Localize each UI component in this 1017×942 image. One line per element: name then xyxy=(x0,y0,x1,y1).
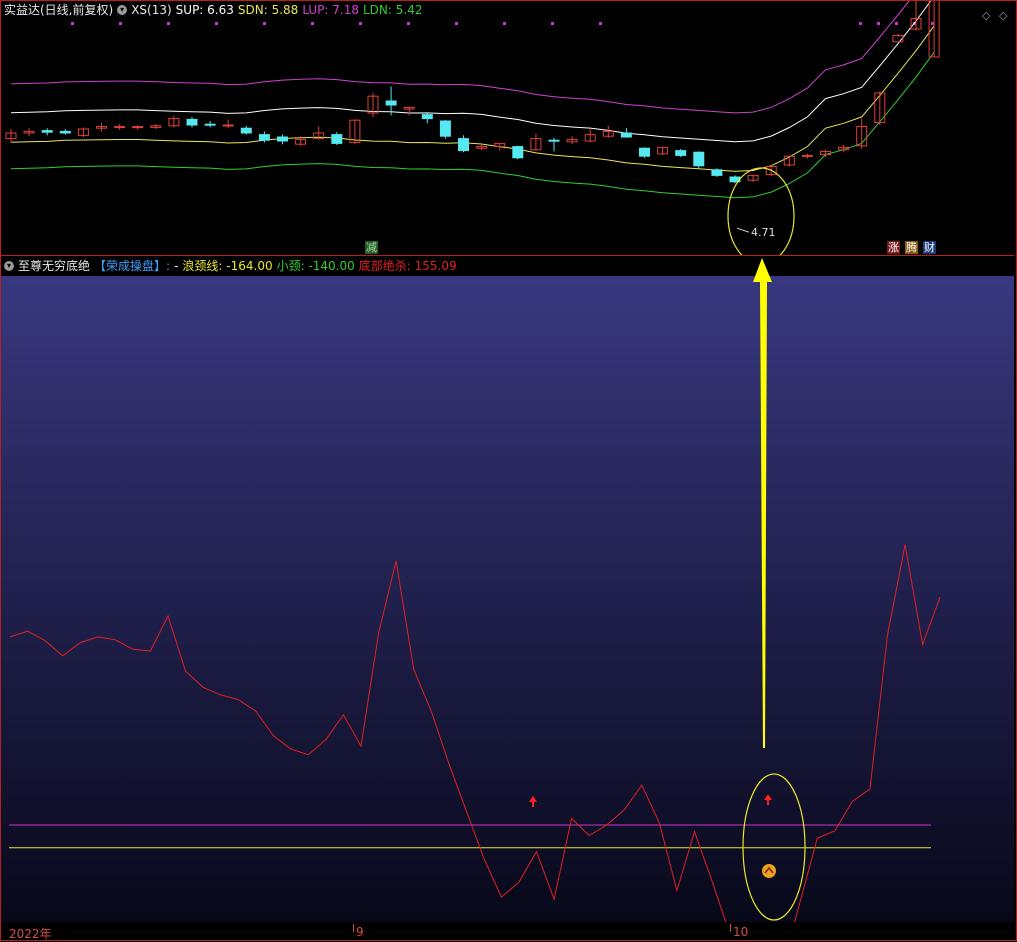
candle-body xyxy=(693,151,705,167)
signal-dot xyxy=(551,22,554,25)
candle-body xyxy=(439,120,451,137)
candle-body xyxy=(458,138,469,152)
low-highlight-circle xyxy=(727,167,795,265)
stock-title: 实益达(日线,前复权) xyxy=(4,3,114,17)
candle-body xyxy=(132,126,144,129)
signal-dot xyxy=(119,22,122,25)
low-marker-pointer xyxy=(736,227,750,233)
signal-dot xyxy=(859,22,862,25)
signal-dot xyxy=(167,22,170,25)
price-pane[interactable]: 8.544.71 实益达(日线,前复权) ▾ XS(13) SUP: 6.63 … xyxy=(1,0,1014,265)
candle-body xyxy=(186,118,198,126)
candle-body xyxy=(548,139,560,142)
signal-dot xyxy=(503,22,506,25)
lup-band-line xyxy=(10,0,911,114)
signal-dot xyxy=(877,22,880,25)
axis-tick-10 xyxy=(730,924,731,932)
signal-dot xyxy=(215,22,218,25)
badge-jian[interactable]: 减 xyxy=(365,241,378,254)
candle-body xyxy=(222,124,234,127)
low-price-label: 4.71 xyxy=(751,226,776,239)
signal-dot xyxy=(407,22,410,25)
axis-month-10: 10 xyxy=(733,925,749,939)
axis-tick-9 xyxy=(353,924,354,932)
price-pane-header: 实益达(日线,前复权) ▾ XS(13) SUP: 6.63 SDN: 5.88… xyxy=(4,3,426,17)
indicator-name[interactable]: XS(13) xyxy=(131,3,171,17)
signal-dot xyxy=(895,22,898,25)
signal-dot xyxy=(263,22,266,25)
candle-body xyxy=(512,146,524,159)
sup-value: SUP: 6.63 xyxy=(175,3,234,17)
bottom-kill-value: 底部绝杀: 155.09 xyxy=(358,259,457,273)
ldn-band-line xyxy=(10,51,935,199)
diamond-outline-icon[interactable]: ◇ xyxy=(999,9,1007,22)
sup-band-line xyxy=(10,0,932,143)
candle-body xyxy=(711,169,723,176)
sdn-band-line xyxy=(10,25,935,172)
badge-zhang[interactable]: 涨 xyxy=(887,241,900,254)
ldn-value: LDN: 5.42 xyxy=(363,3,423,17)
price-chart[interactable]: 8.544.71 xyxy=(1,0,1014,265)
neckline-value: 浪颈线: -164.00 xyxy=(182,259,273,273)
pane-divider[interactable] xyxy=(1,255,1014,256)
indicator-tag: 【荣成操盘】: xyxy=(94,259,171,273)
badge-teng[interactable]: 腾 xyxy=(905,241,918,254)
signal-dot xyxy=(71,22,74,25)
indicator-pane[interactable]: ▾ 至尊无穷底绝 【荣成操盘】: - 浪颈线: -164.00 小颈: -140… xyxy=(1,257,1014,942)
candle-body xyxy=(639,147,650,157)
badge-cai[interactable]: 财 xyxy=(923,241,936,254)
candle-body xyxy=(41,130,53,133)
candle-body xyxy=(801,154,813,157)
candle-body xyxy=(331,134,343,144)
signal-dot xyxy=(599,22,602,25)
axis-month-9: 9 xyxy=(356,925,364,939)
buy-signal-icon xyxy=(762,864,776,878)
sdn-value: SDN: 5.88 xyxy=(237,3,299,17)
candle-body xyxy=(277,136,288,142)
indicator-chart[interactable] xyxy=(1,257,1014,942)
signal-dot xyxy=(931,22,934,25)
axis-year-label: 2022年 xyxy=(9,927,52,941)
candle-body xyxy=(240,127,252,134)
indicator-title: 至尊无穷底绝 xyxy=(18,259,91,273)
signal-dot xyxy=(455,22,458,25)
candle-body xyxy=(620,132,632,138)
date-axis: 2022年 9 10 xyxy=(1,924,1014,941)
candle-body xyxy=(114,126,126,129)
indicator-settings-gear-icon[interactable]: ▾ xyxy=(4,261,14,271)
indicator-pane-header: ▾ 至尊无穷底绝 【荣成操盘】: - 浪颈线: -164.00 小颈: -140… xyxy=(4,259,461,273)
signal-dot xyxy=(311,22,314,25)
small-neck-value: 小颈: -140.00 xyxy=(276,259,355,273)
settings-gear-icon[interactable]: ▾ xyxy=(117,5,128,15)
diamond-icon[interactable]: ◇ xyxy=(982,9,990,22)
indicator-dash: - xyxy=(174,259,179,273)
candle-body xyxy=(258,134,270,141)
lup-value: LUP: 7.18 xyxy=(302,3,359,17)
candle-body xyxy=(421,114,433,120)
candle-body xyxy=(59,130,71,134)
candle-body xyxy=(385,100,397,106)
signal-dot xyxy=(359,22,362,25)
candle-body xyxy=(675,150,687,156)
candle-body xyxy=(204,123,216,126)
